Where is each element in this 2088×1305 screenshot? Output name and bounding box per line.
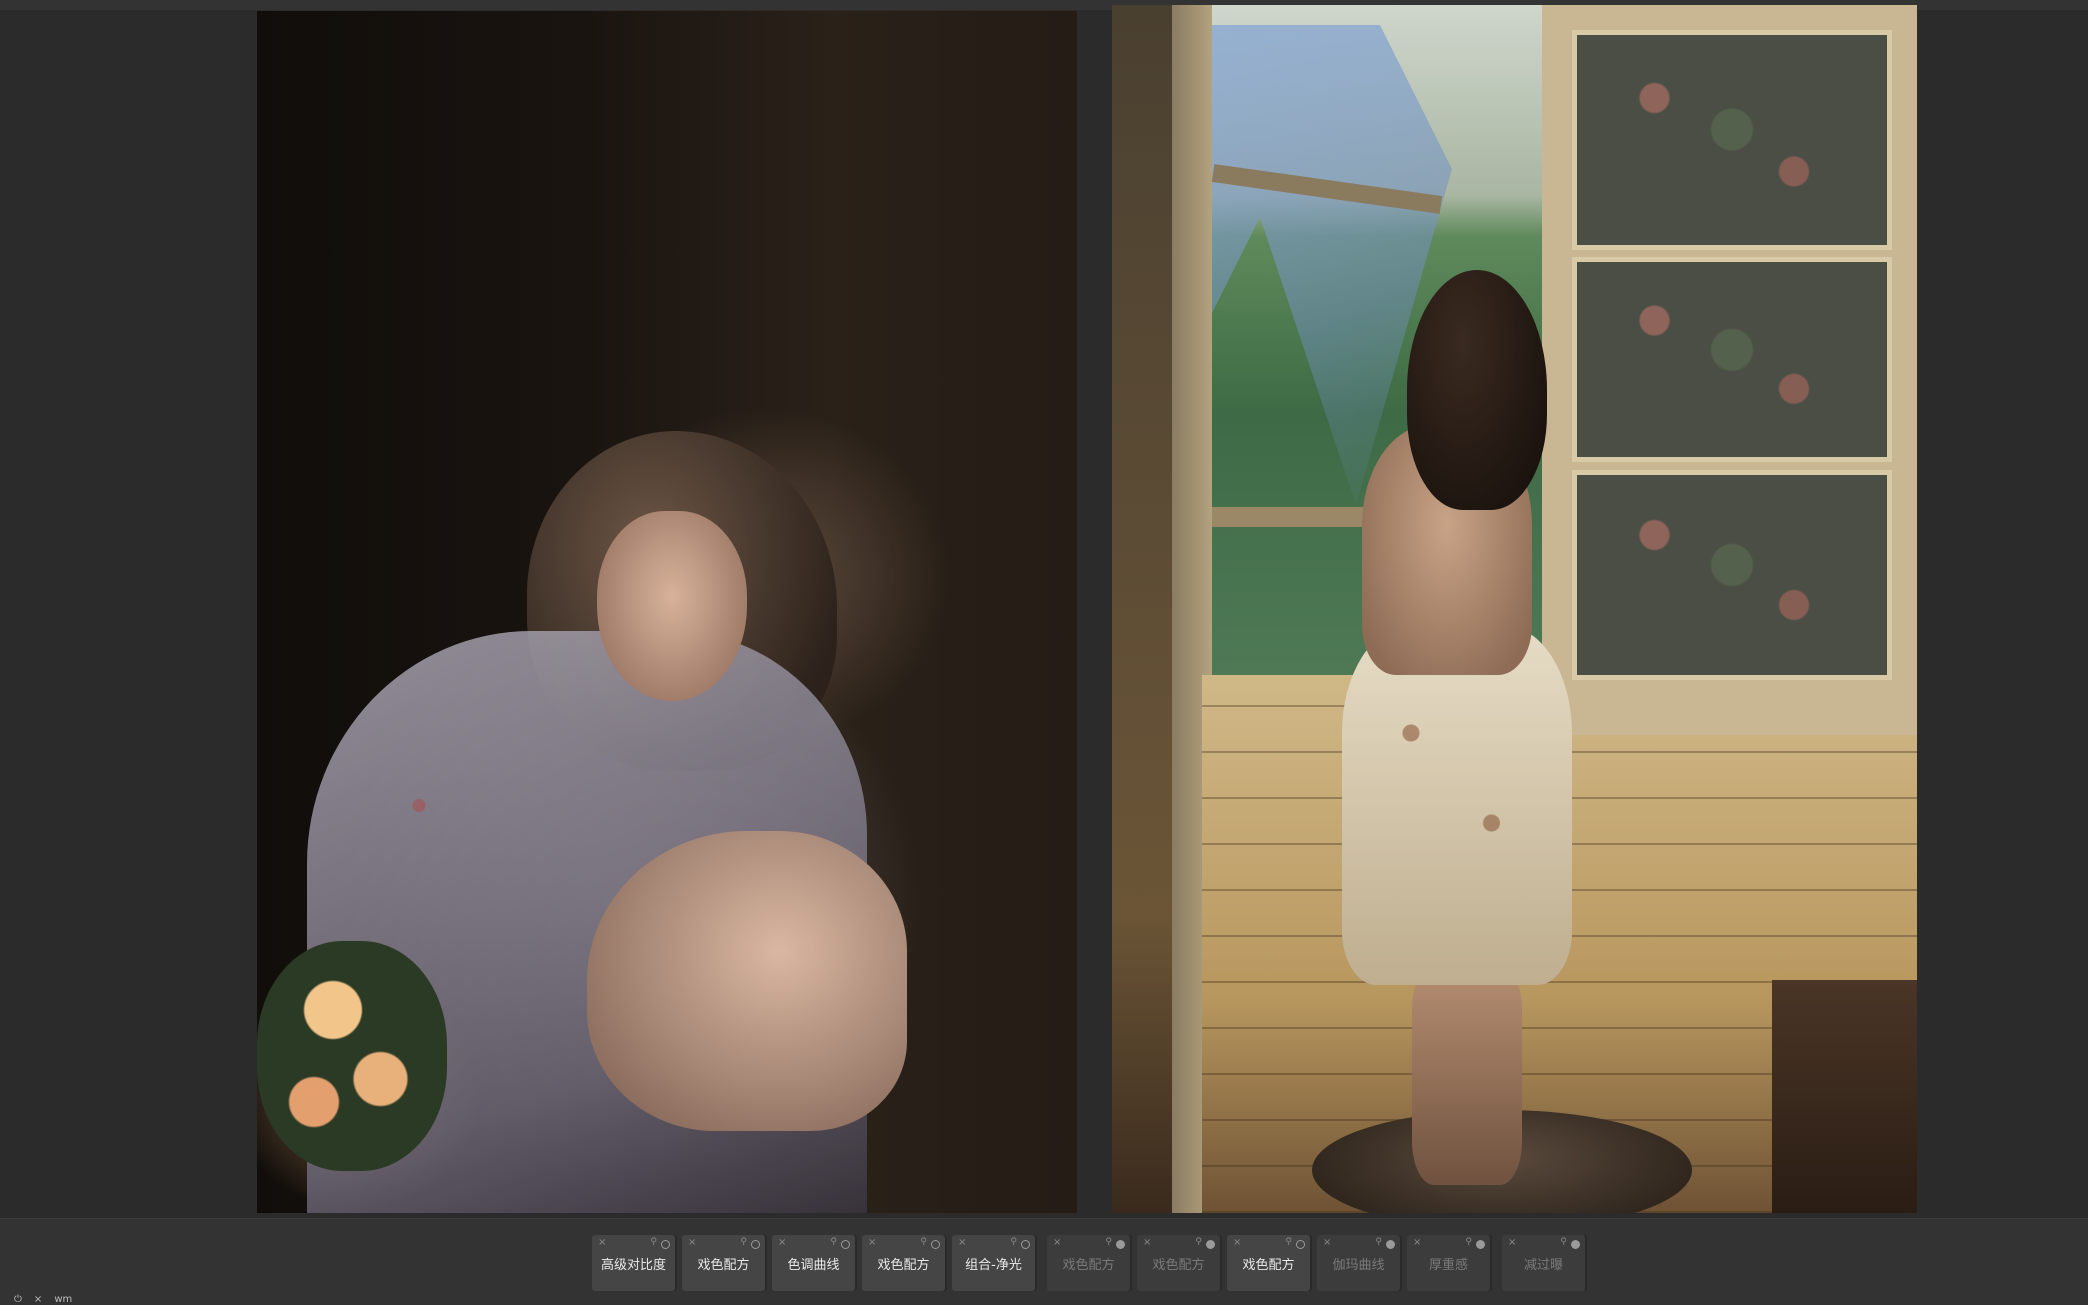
preset-chip[interactable]: × ⚲ 减过曝 — [1502, 1235, 1585, 1291]
pin-icon[interactable]: ⚲ — [650, 1237, 657, 1247]
power-icon[interactable] — [1021, 1240, 1030, 1249]
app-window: × ⚲ 高级对比度 × ⚲ 戏色配方 × ⚲ 色调曲线 × ⚲ 戏色配方 × ⚲ 组合-净光 × ⚲ 戏色配方 × ⚲… — [0, 0, 2088, 1305]
preset-label: 伽玛曲线 — [1332, 1257, 1385, 1273]
door-pane — [1572, 257, 1892, 462]
wooden-stool — [1772, 980, 1917, 1213]
pin-icon[interactable]: ⚲ — [1375, 1237, 1382, 1247]
pin-icon[interactable]: ⚲ — [830, 1237, 837, 1247]
power-icon[interactable] — [751, 1240, 760, 1249]
preset-list: × ⚲ 高级对比度 × ⚲ 戏色配方 × ⚲ 色调曲线 × ⚲ 戏色配方 × ⚲ 组合-净光 × ⚲ 戏色配方 × ⚲… — [592, 1235, 1592, 1291]
preset-chip[interactable]: × ⚲ 戏色配方 — [682, 1235, 765, 1291]
close-icon[interactable]: × — [688, 1237, 696, 1248]
power-icon[interactable] — [841, 1240, 850, 1249]
pin-icon[interactable]: ⚲ — [1285, 1237, 1292, 1247]
close-icon[interactable]: × — [1323, 1237, 1331, 1248]
pin-icon[interactable]: ⚲ — [740, 1237, 747, 1247]
power-icon[interactable]: ⏻ — [14, 1294, 22, 1305]
preset-chip[interactable]: × ⚲ 戏色配方 — [1227, 1235, 1310, 1291]
close-icon[interactable]: × — [958, 1237, 966, 1248]
photo-left[interactable] — [257, 11, 1077, 1213]
preset-label: 组合-净光 — [965, 1257, 1022, 1273]
preset-label: 戏色配方 — [697, 1257, 750, 1273]
pin-icon[interactable]: ⚲ — [1465, 1237, 1472, 1247]
close-icon[interactable]: × — [1143, 1237, 1151, 1248]
close-icon[interactable]: × — [1508, 1237, 1516, 1248]
pin-icon[interactable]: ⚲ — [920, 1237, 927, 1247]
preset-chip[interactable]: × ⚲ 戏色配方 — [862, 1235, 945, 1291]
status-bar: ⏻ × wm — [14, 1293, 72, 1305]
close-icon[interactable]: × — [1413, 1237, 1421, 1248]
door-pane — [1572, 470, 1892, 680]
preset-bar: × ⚲ 高级对比度 × ⚲ 戏色配方 × ⚲ 色调曲线 × ⚲ 戏色配方 × ⚲ 组合-净光 × ⚲ 戏色配方 × ⚲… — [0, 1218, 2088, 1305]
close-icon[interactable]: × — [34, 1294, 42, 1305]
power-icon[interactable] — [1476, 1240, 1485, 1249]
close-icon[interactable]: × — [1053, 1237, 1061, 1248]
door-pane — [1572, 30, 1892, 250]
preset-label: 减过曝 — [1523, 1257, 1563, 1273]
pin-icon[interactable]: ⚲ — [1105, 1237, 1112, 1247]
preset-chip[interactable]: × ⚲ 戏色配方 — [1047, 1235, 1130, 1291]
close-icon[interactable]: × — [778, 1237, 786, 1248]
power-icon[interactable] — [1571, 1240, 1580, 1249]
preset-label: 戏色配方 — [877, 1257, 930, 1273]
flower-bouquet — [257, 941, 447, 1171]
power-icon[interactable] — [931, 1240, 940, 1249]
subject-legs — [1412, 965, 1522, 1185]
photo-right[interactable] — [1112, 5, 1917, 1213]
glass-door — [1542, 5, 1917, 735]
subject-legs — [587, 831, 907, 1131]
preset-label: 高级对比度 — [600, 1257, 666, 1273]
preset-label: 戏色配方 — [1062, 1257, 1115, 1273]
preset-chip[interactable]: × ⚲ 组合-净光 — [952, 1235, 1035, 1291]
subject-face — [597, 511, 747, 701]
pin-icon[interactable]: ⚲ — [1560, 1237, 1567, 1247]
preset-label: 厚重感 — [1428, 1257, 1468, 1273]
status-label: wm — [54, 1293, 73, 1305]
preset-label: 戏色配方 — [1242, 1257, 1295, 1273]
close-icon[interactable]: × — [1233, 1237, 1241, 1248]
close-icon[interactable]: × — [598, 1237, 606, 1248]
power-icon[interactable] — [1206, 1240, 1215, 1249]
pin-icon[interactable]: ⚲ — [1010, 1237, 1017, 1247]
subject-hair — [1407, 270, 1547, 510]
preset-chip[interactable]: × ⚲ 厚重感 — [1407, 1235, 1490, 1291]
pin-icon[interactable]: ⚲ — [1195, 1237, 1202, 1247]
subject-dress — [1342, 625, 1572, 985]
power-icon[interactable] — [1116, 1240, 1125, 1249]
power-icon[interactable] — [1296, 1240, 1305, 1249]
preset-label: 色调曲线 — [787, 1257, 840, 1273]
power-icon[interactable] — [1386, 1240, 1395, 1249]
preset-label: 戏色配方 — [1152, 1257, 1205, 1273]
power-icon[interactable] — [661, 1240, 670, 1249]
preset-chip[interactable]: × ⚲ 高级对比度 — [592, 1235, 675, 1291]
image-canvas[interactable] — [0, 0, 2088, 1218]
preset-chip[interactable]: × ⚲ 伽玛曲线 — [1317, 1235, 1400, 1291]
close-icon[interactable]: × — [868, 1237, 876, 1248]
preset-chip[interactable]: × ⚲ 色调曲线 — [772, 1235, 855, 1291]
preset-chip[interactable]: × ⚲ 戏色配方 — [1137, 1235, 1220, 1291]
